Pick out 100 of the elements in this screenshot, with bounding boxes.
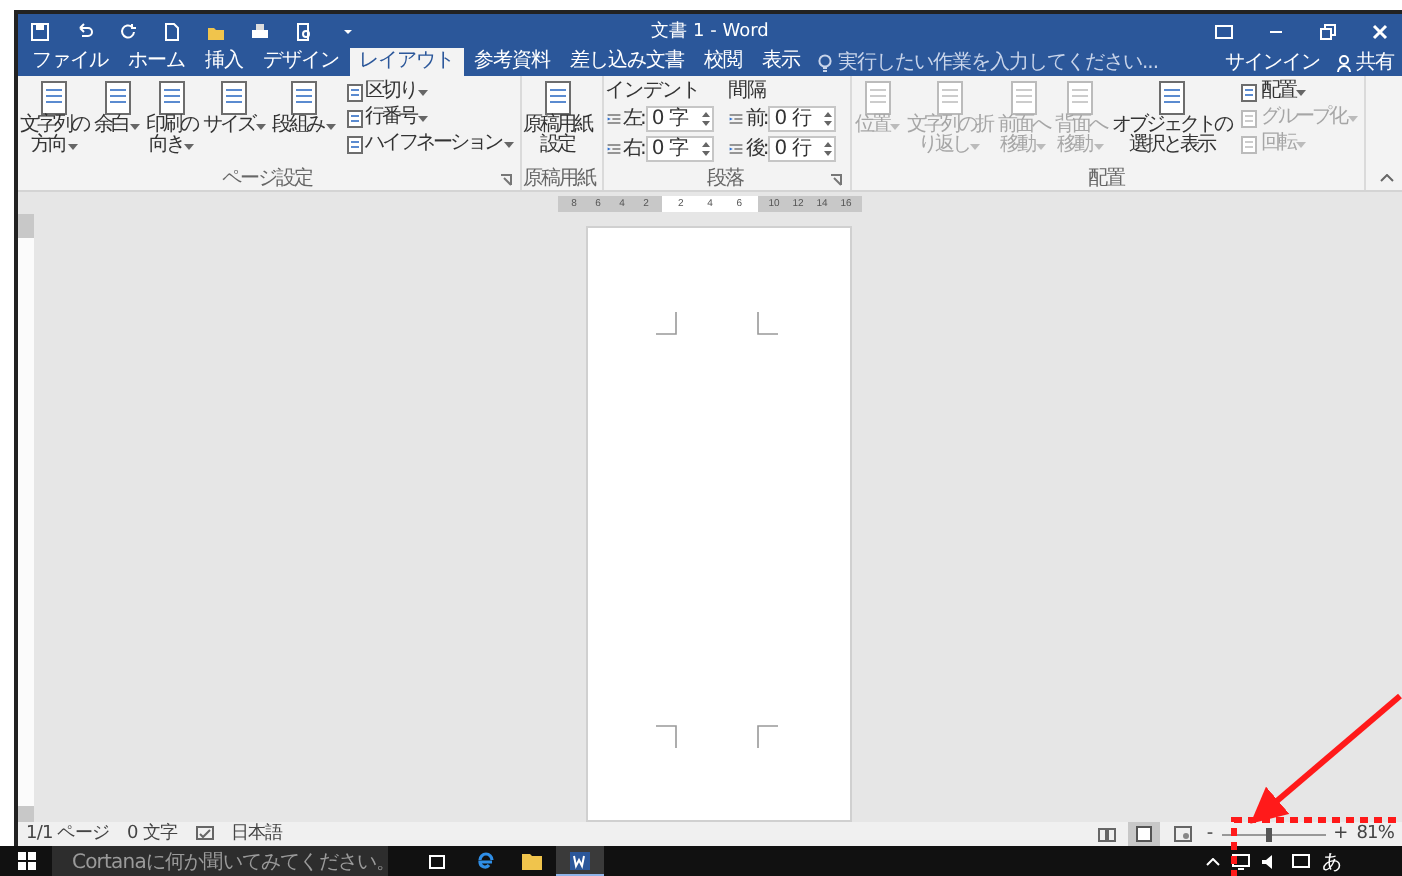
ribbon-small-button[interactable]: ハイフネーション — [345, 132, 513, 156]
ribbon-small-button[interactable]: 配置 — [1240, 80, 1358, 104]
ribbon-tab[interactable]: ファイル — [22, 48, 118, 76]
dialog-launcher-icon[interactable] — [830, 174, 843, 186]
caret-icon — [130, 123, 140, 129]
sign-in-link[interactable]: サインイン — [1225, 48, 1320, 76]
ribbon-button[interactable]: 余白 — [94, 80, 140, 136]
spacing-icon — [605, 109, 621, 127]
browser-icon — [475, 852, 493, 870]
field-label: 前: — [745, 106, 767, 132]
ribbon-display-options-icon[interactable] — [1214, 21, 1235, 41]
window-title: 文書 1 - Word — [649, 19, 771, 44]
slider-thumb[interactable] — [1266, 827, 1273, 841]
group-title: ページ設定 — [221, 167, 312, 189]
message-icon[interactable] — [1292, 853, 1310, 869]
new-document-icon[interactable] — [162, 21, 182, 41]
word-app-icon — [570, 851, 590, 869]
page-count: 1/1 ページ — [26, 822, 110, 846]
caret-icon — [325, 123, 335, 129]
caret-icon — [418, 115, 428, 121]
monitor-icon[interactable] — [1232, 853, 1250, 869]
ribbon-button[interactable]: 原稿用紙 設定 — [523, 80, 591, 156]
corner-mark — [655, 724, 679, 748]
zoom-out-button[interactable]: - — [1204, 822, 1216, 846]
ribbon-tab[interactable]: 差し込み文書 — [560, 48, 694, 76]
restore-icon[interactable] — [1318, 21, 1339, 41]
spin-field[interactable]: 0 行 — [768, 105, 837, 131]
task-view-icon — [427, 853, 445, 869]
spinner-icon — [701, 109, 710, 127]
web-page-icon — [1173, 826, 1192, 842]
caret-icon — [970, 143, 981, 149]
language: 日本語 — [231, 822, 283, 846]
page-lines-icon — [1240, 135, 1259, 153]
corner-mark — [655, 312, 679, 336]
ribbon-button[interactable]: サイズ — [203, 80, 266, 136]
collapse-ribbon-icon[interactable] — [1380, 174, 1394, 182]
ribbon-button[interactable]: オブジェクトの 選択と表示 — [1111, 80, 1231, 156]
caret-icon — [1296, 89, 1307, 95]
ribbon-tab[interactable]: 校閲 — [694, 48, 752, 76]
ribbon-tab[interactable]: 挿入 — [195, 48, 253, 76]
ribbon-tab[interactable]: 参考資料 — [464, 48, 560, 76]
share-button[interactable]: 共有 — [1336, 48, 1394, 76]
close-icon[interactable] — [1370, 21, 1391, 41]
proofing-icon[interactable] — [195, 826, 214, 842]
spinner-icon — [824, 109, 833, 127]
section-heading: インデント — [605, 80, 702, 102]
book-icon — [1097, 827, 1116, 841]
caret-icon — [503, 141, 513, 147]
ribbon-tab[interactable]: ホーム — [118, 48, 195, 76]
spinner-icon — [701, 139, 710, 157]
spin-field[interactable]: 0 字 — [645, 105, 714, 131]
spacing-icon — [727, 139, 744, 157]
folder-icon — [522, 852, 542, 870]
ribbon-button[interactable]: 印刷の 向き — [146, 80, 197, 156]
windows-icon — [17, 852, 35, 870]
group-title: 配置 — [1088, 167, 1124, 189]
ribbon-small-button[interactable]: 区切り — [345, 80, 513, 104]
spin-field[interactable]: 0 行 — [768, 135, 837, 161]
spin-field[interactable]: 0 字 — [645, 135, 714, 161]
ribbon-small-button[interactable]: 行番号 — [345, 106, 513, 130]
save-icon[interactable] — [30, 21, 50, 41]
page-lines-icon — [345, 83, 363, 101]
caret-icon — [256, 123, 266, 129]
lightbulb-icon — [818, 53, 832, 71]
field-label: 右: — [623, 136, 644, 162]
ribbon-tab[interactable]: 表示 — [752, 48, 810, 76]
caret-icon — [1093, 143, 1103, 149]
page-lines-icon — [1240, 83, 1259, 101]
page-icon — [1136, 826, 1153, 842]
search-field[interactable]: Cortanaに何か聞いてみてください。 — [52, 846, 388, 876]
taskbar-app[interactable] — [556, 846, 604, 876]
zoom-in-button[interactable]: + — [1331, 822, 1351, 846]
group-title: 段落 — [706, 167, 743, 189]
ribbon-tab[interactable]: レイアウト — [349, 48, 464, 76]
redo-icon[interactable] — [118, 21, 138, 41]
word-count: 0 文字 — [127, 822, 178, 846]
spinner-icon — [824, 139, 833, 157]
corner-mark — [753, 724, 777, 748]
caret-icon — [184, 143, 195, 149]
caret-icon — [67, 143, 77, 149]
page-lines-icon — [1240, 109, 1259, 127]
ribbon-button[interactable]: 文字列の 方向 — [20, 80, 88, 156]
caret-icon — [1036, 143, 1046, 149]
caret-icon — [1347, 115, 1358, 121]
caret-icon — [418, 89, 428, 95]
input-method-indicator[interactable]: あ — [1322, 847, 1342, 875]
tell-me-field[interactable]: 実行したい作業を入力してください... — [838, 48, 1159, 76]
corner-mark — [753, 312, 777, 336]
page-lines-icon — [345, 135, 363, 153]
dialog-launcher-icon[interactable] — [499, 174, 511, 186]
printer-icon[interactable] — [250, 21, 270, 41]
ribbon-tab[interactable]: デザイン — [253, 48, 349, 76]
section-heading: 間隔 — [727, 80, 768, 102]
zoom-level: 81% — [1356, 822, 1394, 846]
view-button[interactable] — [1128, 822, 1161, 846]
field-label: 左: — [623, 106, 644, 132]
field-label: 後: — [745, 136, 767, 162]
chevron-up-icon[interactable] — [1206, 857, 1220, 865]
undo-icon[interactable] — [74, 21, 94, 41]
ribbon-button[interactable]: 段組み — [272, 80, 335, 136]
